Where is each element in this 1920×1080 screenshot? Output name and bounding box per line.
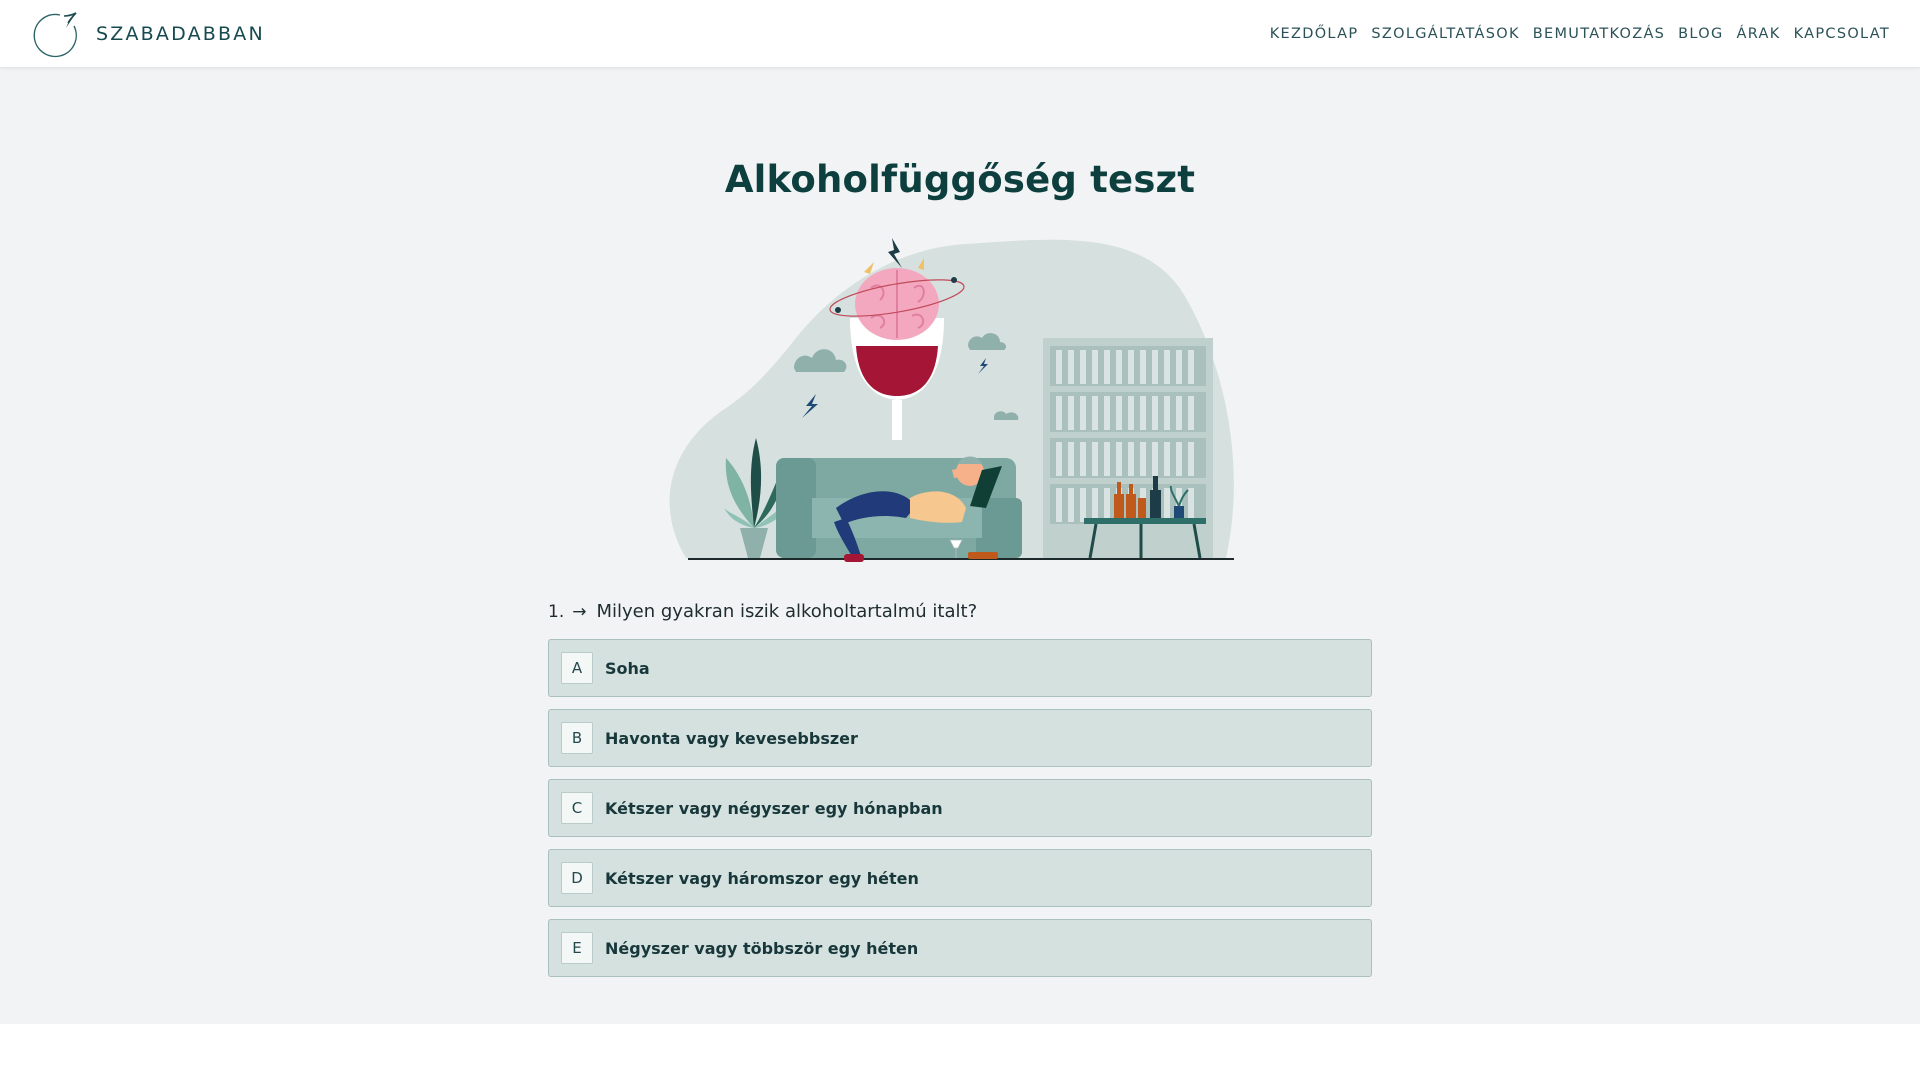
answer-label: Kétszer vagy háromszor egy héten — [605, 868, 919, 888]
nav-item-bemutatkozas[interactable]: BEMUTATKOZÁS — [1533, 26, 1665, 42]
nav-item-kapcsolat[interactable]: KAPCSOLAT — [1794, 26, 1890, 42]
answer-option-c[interactable]: C Kétszer vagy négyszer egy hónapban — [548, 779, 1372, 837]
answer-key: E — [561, 932, 593, 964]
answer-option-a[interactable]: A Soha — [548, 639, 1372, 697]
question: 1. → Milyen gyakran iszik alkoholtartalm… — [548, 601, 978, 622]
nav-item-szolgaltatasok[interactable]: SZOLGÁLTATÁSOK — [1371, 26, 1519, 42]
nav-item-arak[interactable]: ÁRAK — [1737, 26, 1781, 42]
nav-item-kezdolap[interactable]: KEZDŐLAP — [1270, 26, 1359, 42]
arrow-right-icon: → — [572, 601, 587, 622]
answer-label: Kétszer vagy négyszer egy hónapban — [605, 798, 943, 818]
swoosh-circle-logo-icon — [33, 11, 77, 57]
brand-name: SZABADABBAN — [96, 22, 265, 45]
answer-label: Soha — [605, 658, 650, 678]
drunk-man-on-sofa-illustration-icon — [669, 238, 1234, 562]
answer-key: B — [561, 722, 593, 754]
page-title: Alkoholfüggőség teszt — [724, 158, 1196, 201]
question-text: Milyen gyakran iszik alkoholtartalmú ita… — [596, 601, 978, 622]
brand[interactable]: SZABADABBAN — [30, 10, 265, 58]
answer-option-e[interactable]: E Négyszer vagy többször egy héten — [548, 919, 1372, 977]
answer-label: Négyszer vagy többször egy héten — [605, 938, 919, 958]
answer-key: C — [561, 792, 593, 824]
answer-key: A — [561, 652, 593, 684]
main-nav: KEZDŐLAP SZOLGÁLTATÁSOK BEMUTATKOZÁS BLO… — [1270, 26, 1890, 42]
quiz-main: Alkoholfüggőség teszt 1 . → Milyen gyakr… — [0, 68, 1920, 1024]
answer-option-b[interactable]: B Havonta vagy kevesebbszer — [548, 709, 1372, 767]
site-header: SZABADABBAN KEZDŐLAP SZOLGÁLTATÁSOK BEMU… — [0, 0, 1920, 68]
answer-list: A Soha B Havonta vagy kevesebbszer C Két… — [548, 639, 1372, 989]
question-number: 1 — [548, 601, 559, 622]
nav-item-blog[interactable]: BLOG — [1678, 26, 1723, 42]
answer-label: Havonta vagy kevesebbszer — [605, 728, 858, 748]
answer-key: D — [561, 862, 593, 894]
answer-option-d[interactable]: D Kétszer vagy háromszor egy héten — [548, 849, 1372, 907]
